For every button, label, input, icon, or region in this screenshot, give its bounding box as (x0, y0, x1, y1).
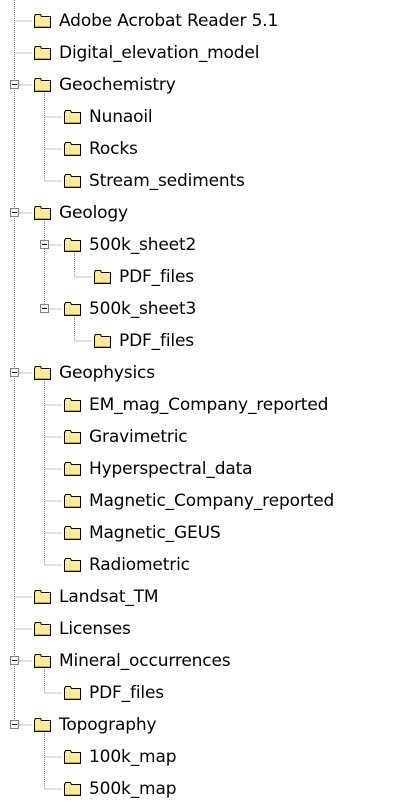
tree-item-label: Gravimetric (89, 427, 188, 447)
tree-item[interactable]: PDF_files (0, 262, 393, 294)
tree-item-label: 500k_sheet2 (89, 235, 197, 255)
tree-item-label: Geochemistry (59, 75, 176, 95)
folder-closed-icon (34, 590, 51, 604)
folder-closed-icon (64, 526, 81, 540)
tree-item[interactable]: Magnetic_Company_reported (0, 486, 393, 518)
tree-item-label: Mineral_occurrences (59, 651, 231, 671)
folder-closed-icon (34, 78, 51, 92)
folder-closed-icon (34, 206, 51, 220)
folder-closed-icon (34, 46, 51, 60)
tree-item-label: 100k_map (89, 747, 177, 767)
tree-item-label: PDF_files (89, 683, 165, 703)
folder-closed-icon (64, 462, 81, 476)
collapse-minus-icon[interactable] (10, 80, 19, 89)
tree-item[interactable]: Geochemistry (0, 70, 393, 102)
tree-item-label: Rocks (89, 139, 138, 159)
folder-closed-icon (94, 270, 111, 284)
collapse-minus-icon[interactable] (10, 656, 19, 665)
tree-item[interactable]: Hyperspectral_data (0, 454, 393, 486)
tree-item-label: 500k_map (89, 779, 177, 799)
tree-item[interactable]: Topography (0, 710, 393, 742)
folder-closed-icon (64, 302, 81, 316)
folder-closed-icon (64, 750, 81, 764)
tree-item-label: Hyperspectral_data (89, 459, 253, 479)
folder-closed-icon (64, 494, 81, 508)
tree-item[interactable]: Nunaoil (0, 102, 393, 134)
tree-item[interactable]: Gravimetric (0, 422, 393, 454)
tree-item[interactable]: 500k_sheet3 (0, 294, 393, 326)
folder-closed-icon (34, 366, 51, 380)
tree-item-label: Digital_elevation_model (59, 43, 260, 63)
tree-item[interactable]: Radiometric (0, 550, 393, 582)
tree-item[interactable]: EM_mag_Company_reported (0, 390, 393, 422)
collapse-minus-icon[interactable] (40, 240, 49, 249)
tree-item[interactable]: Geophysics (0, 358, 393, 390)
folder-closed-icon (34, 718, 51, 732)
folder-closed-icon (94, 334, 111, 348)
tree-item[interactable]: PDF_files (0, 678, 393, 710)
tree-item-label: Licenses (59, 619, 131, 639)
tree-item[interactable]: Digital_elevation_model (0, 38, 393, 70)
tree-item[interactable]: Landsat_TM (0, 582, 393, 614)
tree-item-label: PDF_files (119, 267, 195, 287)
tree-item-label: Topography (59, 715, 157, 735)
collapse-minus-icon[interactable] (10, 368, 19, 377)
tree-item[interactable]: Magnetic_GEUS (0, 518, 393, 550)
folder-closed-icon (64, 110, 81, 124)
collapse-minus-icon[interactable] (40, 304, 49, 313)
tree-item[interactable]: Licenses (0, 614, 393, 646)
collapse-minus-icon[interactable] (10, 720, 19, 729)
tree-item-label: Geophysics (59, 363, 155, 383)
tree-item[interactable]: Rocks (0, 134, 393, 166)
collapse-minus-icon[interactable] (10, 208, 19, 217)
tree-item-label: Nunaoil (89, 107, 153, 127)
folder-closed-icon (64, 238, 81, 252)
folder-closed-icon (64, 142, 81, 156)
tree-item-label: Radiometric (89, 555, 190, 575)
tree-item[interactable]: Adobe Acrobat Reader 5.1 (0, 6, 393, 38)
folder-closed-icon (64, 782, 81, 796)
folder-tree: Adobe Acrobat Reader 5.1 Digital_elevatio… (0, 0, 393, 805)
tree-item[interactable]: Stream_sediments (0, 166, 393, 198)
tree-item-label: Geology (59, 203, 128, 223)
tree-item-label: 500k_sheet3 (89, 299, 197, 319)
tree-item[interactable]: 500k_map (0, 774, 393, 806)
tree-item-label: Landsat_TM (59, 587, 159, 607)
tree-item-label: EM_mag_Company_reported (89, 395, 329, 415)
folder-closed-icon (64, 398, 81, 412)
folder-closed-icon (34, 622, 51, 636)
tree-item-label: Stream_sediments (89, 171, 245, 191)
tree-item-label: PDF_files (119, 331, 195, 351)
tree-item-label: Magnetic_Company_reported (89, 491, 335, 511)
tree-item[interactable]: Mineral_occurrences (0, 646, 393, 678)
folder-closed-icon (64, 174, 81, 188)
tree-item-label: Magnetic_GEUS (89, 523, 221, 543)
folder-closed-icon (64, 430, 81, 444)
tree-item-label: Adobe Acrobat Reader 5.1 (59, 11, 279, 31)
tree-item[interactable]: Geology (0, 198, 393, 230)
tree-item[interactable]: 100k_map (0, 742, 393, 774)
tree-item[interactable]: 500k_sheet2 (0, 230, 393, 262)
folder-closed-icon (64, 686, 81, 700)
tree-item[interactable]: PDF_files (0, 326, 393, 358)
folder-closed-icon (34, 654, 51, 668)
folder-closed-icon (34, 14, 51, 28)
folder-closed-icon (64, 558, 81, 572)
